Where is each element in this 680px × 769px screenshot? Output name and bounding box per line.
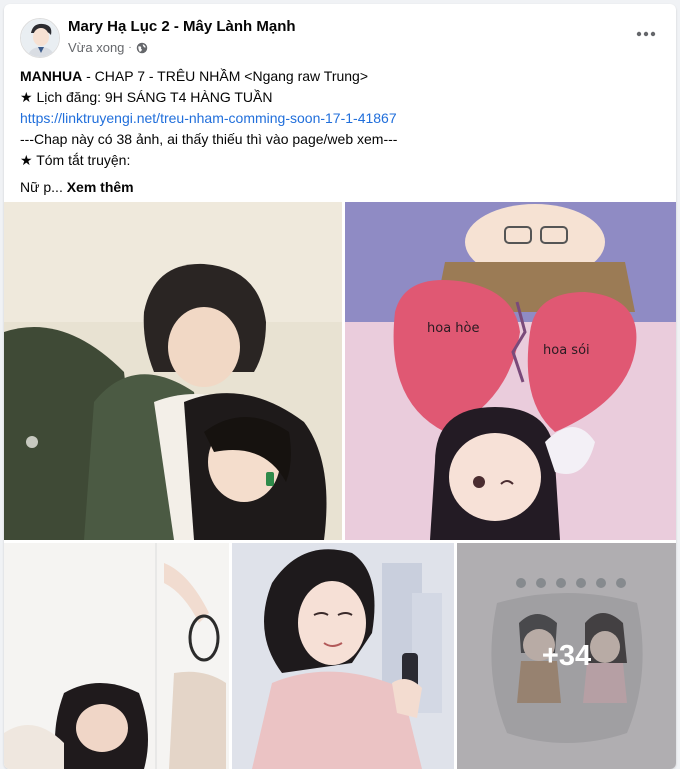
heart-label-left: hoa hòe bbox=[427, 321, 479, 336]
photo-1[interactable] bbox=[4, 202, 342, 540]
text-chapter: - CHAP 7 - TRÊU NHẦM <Ngang raw Trung> bbox=[82, 68, 369, 84]
photo-3[interactable] bbox=[4, 543, 229, 769]
text-summary-heading: ★ Tóm tắt truyện: bbox=[20, 152, 131, 168]
photo-3-illustration bbox=[4, 543, 229, 769]
photo-1-illustration bbox=[4, 202, 342, 540]
photo-grid: hoa hòe hoa sói +34 bbox=[4, 202, 676, 769]
photo-2-illustration: hoa hòe hoa sói bbox=[345, 202, 676, 540]
more-options-button[interactable] bbox=[632, 22, 660, 46]
post-text: MANHUA - CHAP 7 - TRÊU NHẦM <Ngang raw T… bbox=[20, 66, 660, 198]
more-photos-overlay[interactable]: +34 bbox=[457, 543, 676, 769]
story-link[interactable]: https://linktruyengi.net/treu-nham-commi… bbox=[20, 108, 660, 129]
photo-4-illustration bbox=[232, 543, 454, 769]
more-horizontal-icon bbox=[636, 31, 656, 37]
avatar[interactable] bbox=[20, 18, 60, 58]
post-header: Mary Hạ Lục 2 - Mây Lành Mạnh Vừa xong · bbox=[16, 12, 664, 60]
photo-5-more[interactable]: +34 bbox=[457, 543, 676, 769]
heart-label-right: hoa sói bbox=[543, 343, 590, 358]
post-card: Mary Hạ Lục 2 - Mây Lành Mạnh Vừa xong ·… bbox=[4, 4, 676, 769]
photo-4[interactable] bbox=[232, 543, 454, 769]
text-summary: Nữ p... Xem thêm bbox=[20, 177, 660, 198]
post-meta: Vừa xong · bbox=[68, 40, 148, 55]
text-schedule: ★ Lịch đăng: 9H SÁNG T4 HÀNG TUẦN bbox=[20, 89, 273, 105]
see-more-link[interactable]: Xem thêm bbox=[67, 179, 134, 195]
photo-2[interactable]: hoa hòe hoa sói bbox=[345, 202, 676, 540]
globe-icon bbox=[136, 42, 147, 53]
text-note: ---Chap này có 38 ảnh, ai thấy thiếu thì… bbox=[20, 131, 398, 147]
text-genre: MANHUA bbox=[20, 68, 83, 84]
author-name[interactable]: Mary Hạ Lục 2 - Mây Lành Mạnh bbox=[68, 18, 296, 35]
post-time[interactable]: Vừa xong bbox=[68, 40, 124, 55]
more-photos-count: +34 bbox=[541, 639, 592, 672]
meta-separator: · bbox=[128, 42, 132, 53]
text-summary-preview: Nữ p... bbox=[20, 179, 63, 195]
avatar-image bbox=[21, 19, 59, 57]
text-line-1: MANHUA - CHAP 7 - TRÊU NHẦM <Ngang raw T… bbox=[20, 66, 660, 87]
